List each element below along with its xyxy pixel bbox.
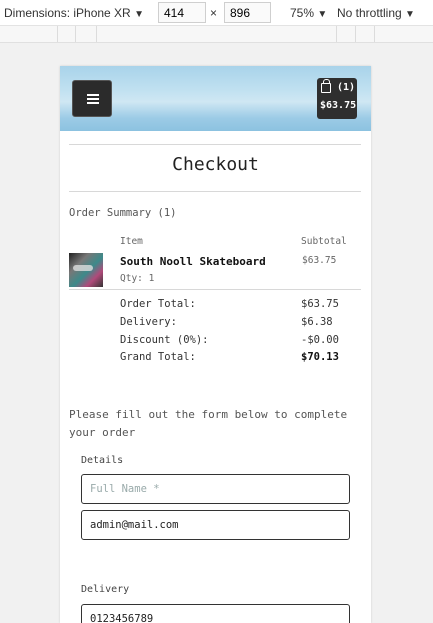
product-subtotal: $63.75 [302,255,337,266]
ruler-mark [336,26,337,42]
full-name-field[interactable] [81,474,350,504]
zoom-label: 75% [290,6,315,20]
delivery-value: $6.38 [301,316,333,328]
grand-total-value: $70.13 [301,351,339,363]
width-input[interactable] [158,2,206,23]
zoom-selector[interactable]: 75% ▼ [290,6,327,20]
ruler-mark [374,26,375,42]
divider [69,144,361,145]
phone-field[interactable] [81,604,350,623]
page-title: Checkout [172,154,259,175]
product-name[interactable]: South Nooll Skateboard [120,255,266,268]
discount-label: Discount (0%): [120,334,209,346]
delivery-label: Delivery: [120,316,177,328]
divider [69,191,361,192]
height-input[interactable] [224,2,271,23]
devtools-toolbar: Dimensions: iPhone XR ▼ × 75% ▼ No throt… [0,0,433,26]
product-qty: Qty: 1 [120,273,155,284]
cart-total: $63.75 [320,100,357,111]
ruler-mark [96,26,97,42]
divider [69,289,361,290]
column-header-subtotal: Subtotal [301,236,347,247]
chevron-down-icon: ▼ [317,9,328,20]
order-total-value: $63.75 [301,298,339,310]
delivery-section-label: Delivery [81,584,130,595]
chevron-down-icon: ▼ [134,9,144,20]
email-field[interactable] [81,510,350,540]
cart-button[interactable]: (1) $63.75 [317,78,357,119]
order-summary-heading: Order Summary (1) [69,207,177,219]
throttle-label: No throttling [337,6,402,20]
shopping-bag-icon [321,79,331,93]
times-sign: × [210,6,218,20]
device-label: Dimensions: iPhone XR [4,6,131,20]
column-header-item: Item [120,236,143,247]
ruler-mark [57,26,58,42]
ruler-mark [75,26,76,42]
device-selector[interactable]: Dimensions: iPhone XR ▼ [4,6,144,20]
menu-button[interactable] [72,80,112,117]
media-query-ruler [0,26,433,43]
form-intro-text: Please fill out the form below to comple… [69,408,348,439]
throttle-selector[interactable]: No throttling ▼ [337,6,415,20]
grand-total-label: Grand Total: [120,351,196,363]
details-label: Details [81,455,124,466]
chevron-down-icon: ▼ [405,9,415,20]
cart-count: (1) [337,82,356,93]
device-viewport: (1) $63.75 Checkout Order Summary (1) It… [60,66,371,623]
order-total-label: Order Total: [120,298,196,310]
product-thumbnail[interactable] [69,253,103,287]
discount-value: -$0.00 [301,334,339,346]
ruler-mark [355,26,356,42]
